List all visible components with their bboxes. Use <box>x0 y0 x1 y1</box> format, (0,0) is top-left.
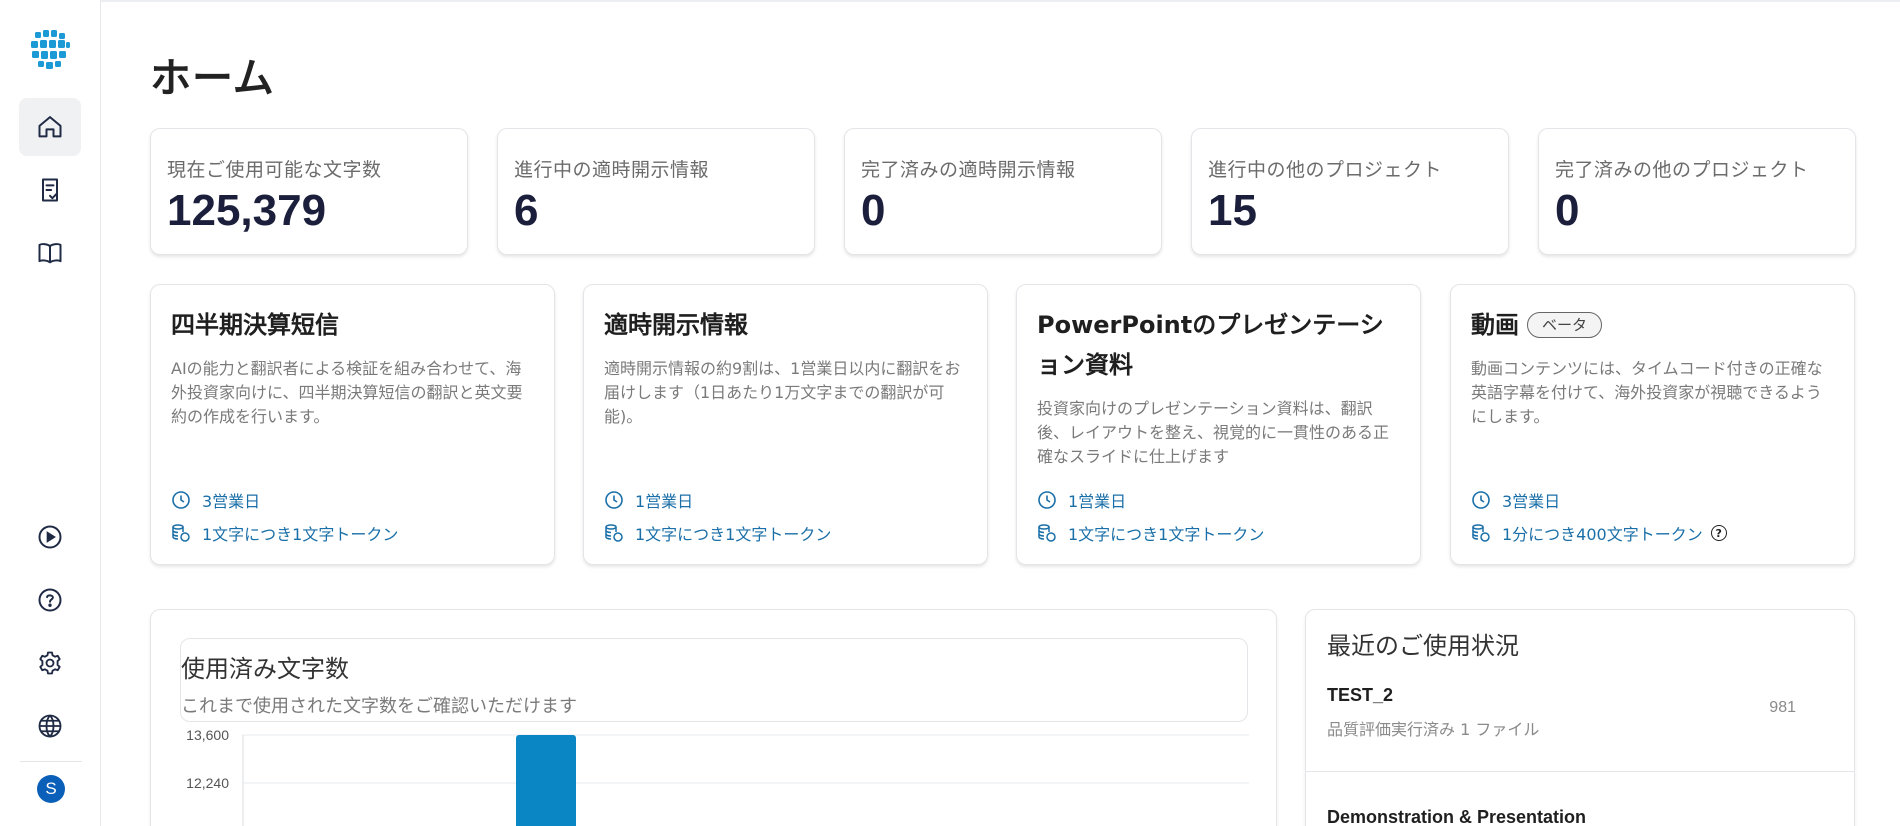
service-cost: 1文字につき1文字トークン <box>171 521 398 545</box>
question-mark-icon[interactable]: ? <box>1710 525 1727 541</box>
stat-value: 0 <box>1555 186 1580 235</box>
stat-label: 現在ご使用可能な文字数 <box>167 159 382 181</box>
stat-label: 進行中の他のプロジェクト <box>1208 159 1443 181</box>
service-title: 四半期決算短信 <box>171 311 339 339</box>
sidebar: S <box>0 0 101 826</box>
globe-logo-icon[interactable] <box>28 28 72 72</box>
nav-language-button[interactable] <box>19 697 81 755</box>
stat-card-other-in-progress[interactable]: 進行中の他のプロジェクト 15 <box>1191 128 1509 255</box>
stat-label: 完了済みの適時開示情報 <box>861 159 1076 181</box>
recent-item-count: 981 <box>1769 699 1796 716</box>
stat-value: 125,379 <box>167 186 327 235</box>
stat-card-disclosure-in-progress[interactable]: 進行中の適時開示情報 6 <box>497 128 815 255</box>
sidebar-divider <box>20 761 82 762</box>
service-title: PowerPointのプレゼンテーション資料 <box>1037 311 1384 379</box>
nav-tutorial-button[interactable] <box>19 508 81 566</box>
stat-value: 15 <box>1208 186 1257 235</box>
cost-text: 1文字につき1文字トークン <box>1068 525 1265 544</box>
question-circle-icon <box>38 588 62 612</box>
coins-icon <box>172 524 190 542</box>
nav-home-button[interactable] <box>19 98 81 156</box>
coins-icon <box>605 524 623 542</box>
service-card-video[interactable]: 動画 ベータ 動画コンテンツには、タイムコード付きの正確な英語字幕を付けて、海外投… <box>1450 284 1855 565</box>
coins-icon <box>1038 524 1056 542</box>
document-check-icon <box>42 178 58 202</box>
stat-card-disclosure-completed[interactable]: 完了済みの適時開示情報 0 <box>844 128 1162 255</box>
service-cost: 1文字につき1文字トークン <box>1037 521 1264 545</box>
turnaround-text: 3営業日 <box>202 492 261 511</box>
play-circle-icon <box>38 525 62 549</box>
service-title: 動画 <box>1471 311 1519 339</box>
home-icon <box>38 116 62 138</box>
service-cost: 1文字につき1文字トークン <box>604 521 831 545</box>
recent-divider <box>1306 771 1854 772</box>
service-title-row: 動画 ベータ <box>1471 305 1834 345</box>
clock-icon <box>1472 491 1490 509</box>
service-cost: 1分につき400文字トークン ? <box>1471 521 1727 545</box>
turnaround-text: 1営業日 <box>635 492 694 511</box>
recent-usage-panel: 最近のご使用状況 TEST_2 品質評価実行済み 1 ファイル 981 Demo… <box>1305 609 1855 826</box>
service-description: 動画コンテンツには、タイムコード付きの正確な英語字幕を付けて、海外投資家が視聴で… <box>1471 359 1823 426</box>
service-turnaround: 1営業日 <box>1037 488 1126 512</box>
stat-value: 0 <box>861 186 886 235</box>
recent-item-name: Demonstration & Presentation <box>1327 807 1587 826</box>
turnaround-text: 1営業日 <box>1068 492 1127 511</box>
nav-glossary-button[interactable] <box>19 224 81 282</box>
globe-icon <box>38 714 62 738</box>
service-description: 投資家向けのプレゼンテーション資料は、翻訳後、レイアウトを整え、視覚的に一貫性の… <box>1037 399 1390 466</box>
recent-item[interactable]: Demonstration & Presentation <box>1327 807 1854 826</box>
service-card-quarterly[interactable]: 四半期決算短信 AIの能力と翻訳者による検証を組み合わせて、海外投資家向けに、四… <box>150 284 555 565</box>
stat-card-other-completed[interactable]: 完了済みの他のプロジェクト 0 <box>1538 128 1856 255</box>
nav-tasks-button[interactable] <box>19 161 81 219</box>
cost-text: 1文字につき1文字トークン <box>202 525 399 544</box>
clock-icon <box>1038 491 1056 509</box>
user-avatar[interactable]: S <box>37 775 65 803</box>
service-turnaround: 1営業日 <box>604 488 693 512</box>
cost-text: 1分につき400文字トークン <box>1502 525 1703 544</box>
nav-settings-button[interactable] <box>19 634 81 692</box>
book-icon <box>38 243 62 264</box>
stat-card-available-chars: 現在ご使用可能な文字数 125,379 <box>150 128 468 255</box>
service-turnaround: 3営業日 <box>171 488 260 512</box>
usage-panel: 使用済み文字数 これまで使用された文字数をご確認いただけます 13,600 12,… <box>150 609 1277 826</box>
recent-item-detail: 品質評価実行済み 1 ファイル <box>1327 720 1540 739</box>
y-tick-label: 13,600 <box>186 727 229 743</box>
coins-icon <box>1472 524 1490 542</box>
service-description: 適時開示情報の約9割は、1営業日以内に翻訳をお届けします（1日あたり1万文字まで… <box>604 359 961 426</box>
gear-icon <box>39 651 61 675</box>
stat-value: 6 <box>514 186 539 235</box>
stat-label: 進行中の適時開示情報 <box>514 159 710 181</box>
clock-icon <box>605 491 623 509</box>
nav-help-button[interactable] <box>19 571 81 629</box>
turnaround-text: 3営業日 <box>1502 492 1561 511</box>
page-title: ホーム <box>150 54 275 102</box>
usage-bar-chart: 13,600 12,240 <box>186 727 1249 826</box>
clock-icon <box>172 491 190 509</box>
recent-title: 最近のご使用状況 <box>1327 632 1519 660</box>
service-turnaround: 3営業日 <box>1471 488 1560 512</box>
service-title: 適時開示情報 <box>604 311 748 339</box>
stat-label: 完了済みの他のプロジェクト <box>1555 159 1809 181</box>
service-description: AIの能力と翻訳者による検証を組み合わせて、海外投資家向けに、四半期決算短信の翻… <box>171 359 523 426</box>
service-card-disclosure[interactable]: 適時開示情報 適時開示情報の約9割は、1営業日以内に翻訳をお届けします（1日あた… <box>583 284 988 565</box>
top-border <box>101 0 1900 2</box>
y-tick-label: 12,240 <box>186 775 229 791</box>
beta-badge: ベータ <box>1527 312 1603 338</box>
service-card-powerpoint[interactable]: PowerPointのプレゼンテーション資料 投資家向けのプレゼンテーション資料… <box>1016 284 1421 565</box>
usage-bar[interactable] <box>516 735 576 826</box>
cost-text: 1文字につき1文字トークン <box>635 525 832 544</box>
